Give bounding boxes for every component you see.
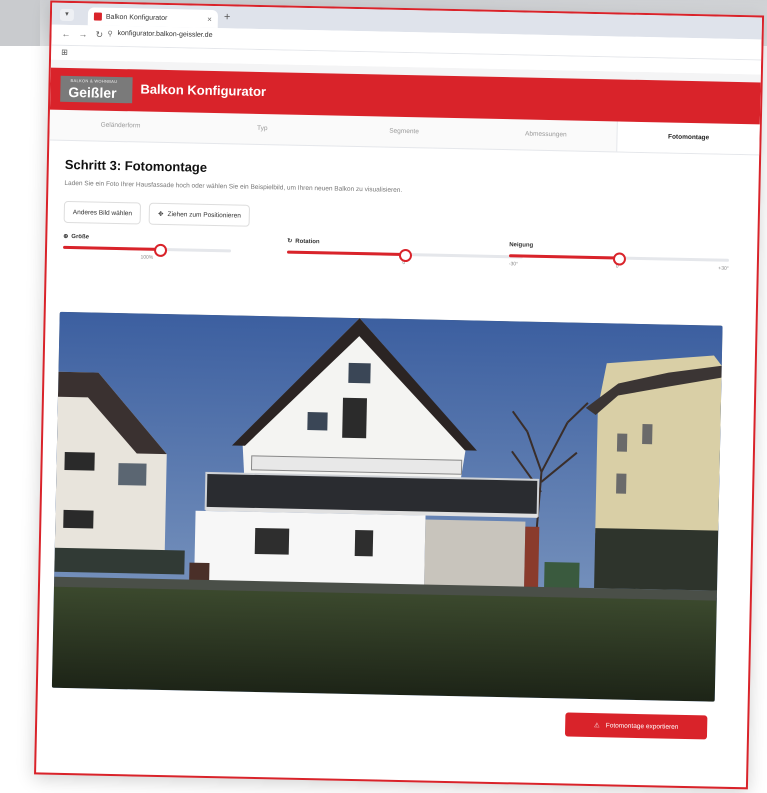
size-slider: ⊕ Größe 100% <box>63 233 232 263</box>
drag-position-button[interactable]: ✥ Ziehen zum Positionieren <box>148 202 251 227</box>
zoom-icon: ⊕ <box>63 233 69 240</box>
slider-row: ⊕ Größe 100% ↻ Rotation 0° Neigung -30° … <box>63 233 740 287</box>
tab-search-icon[interactable]: ▾ <box>59 8 75 22</box>
house-photo <box>51 311 723 702</box>
tab-fotomontage[interactable]: Fotomontage <box>616 121 760 155</box>
tab-segmente[interactable]: Segmente <box>333 116 475 149</box>
change-image-button[interactable]: Anderes Bild wählen <box>63 200 142 225</box>
tilt-min: -30° <box>508 261 519 268</box>
drag-position-label: Ziehen zum Positionieren <box>167 210 241 220</box>
house-photo-canvas[interactable] <box>51 311 723 702</box>
tab-abmessungen[interactable]: Abmessungen <box>475 118 617 151</box>
tilt-max: +30° <box>718 265 729 272</box>
tab-gelaenderform[interactable]: Geländerform <box>49 110 191 143</box>
move-icon: ✥ <box>157 210 164 218</box>
close-tab-icon[interactable]: × <box>207 14 212 23</box>
company-logo[interactable]: BALKON & WOHNBAU Geißler <box>60 75 133 104</box>
url-field[interactable]: konfigurator.balkon-geissler.de <box>117 30 212 39</box>
tilt-slider: Neigung -30° 0° +30° <box>509 242 729 272</box>
change-image-label: Anderes Bild wählen <box>72 208 133 217</box>
app-title: Balkon Konfigurator <box>140 81 267 100</box>
rotation-slider: ↻ Rotation 0° <box>286 238 524 269</box>
apps-grid-icon[interactable]: ⊞ <box>61 48 68 57</box>
tab-typ[interactable]: Typ <box>191 113 333 146</box>
nav-buttons[interactable]: ←→↻ <box>61 29 111 41</box>
rotation-track[interactable] <box>286 248 524 263</box>
size-value: 100% <box>140 254 154 261</box>
warning-icon: ⚠ <box>593 722 600 730</box>
logo-name: Geißler <box>68 83 117 101</box>
site-info-icon[interactable]: ⚲ <box>107 30 112 38</box>
tilt-label: Neigung <box>509 242 534 249</box>
logo-tagline: BALKON & WOHNBAU <box>70 77 118 84</box>
new-tab-icon[interactable]: + <box>224 11 231 23</box>
export-label: Fotomontage exportieren <box>605 721 679 731</box>
tilt-track[interactable] <box>508 252 729 266</box>
screenshot-frame: ▾ Balkon Konfigurator × + ←→↻ ⚲ konfigur… <box>34 0 765 790</box>
main-content: Schritt 3: Fotomontage Laden Sie ein Fot… <box>47 141 760 288</box>
rotation-label: Rotation <box>295 238 320 245</box>
rotate-icon: ↻ <box>287 238 293 245</box>
export-button[interactable]: ⚠ Fotomontage exportieren <box>564 712 708 740</box>
size-track[interactable] <box>63 243 232 258</box>
size-label: Größe <box>71 233 90 240</box>
favicon-icon <box>93 12 103 21</box>
tab-title: Balkon Konfigurator <box>105 13 168 22</box>
